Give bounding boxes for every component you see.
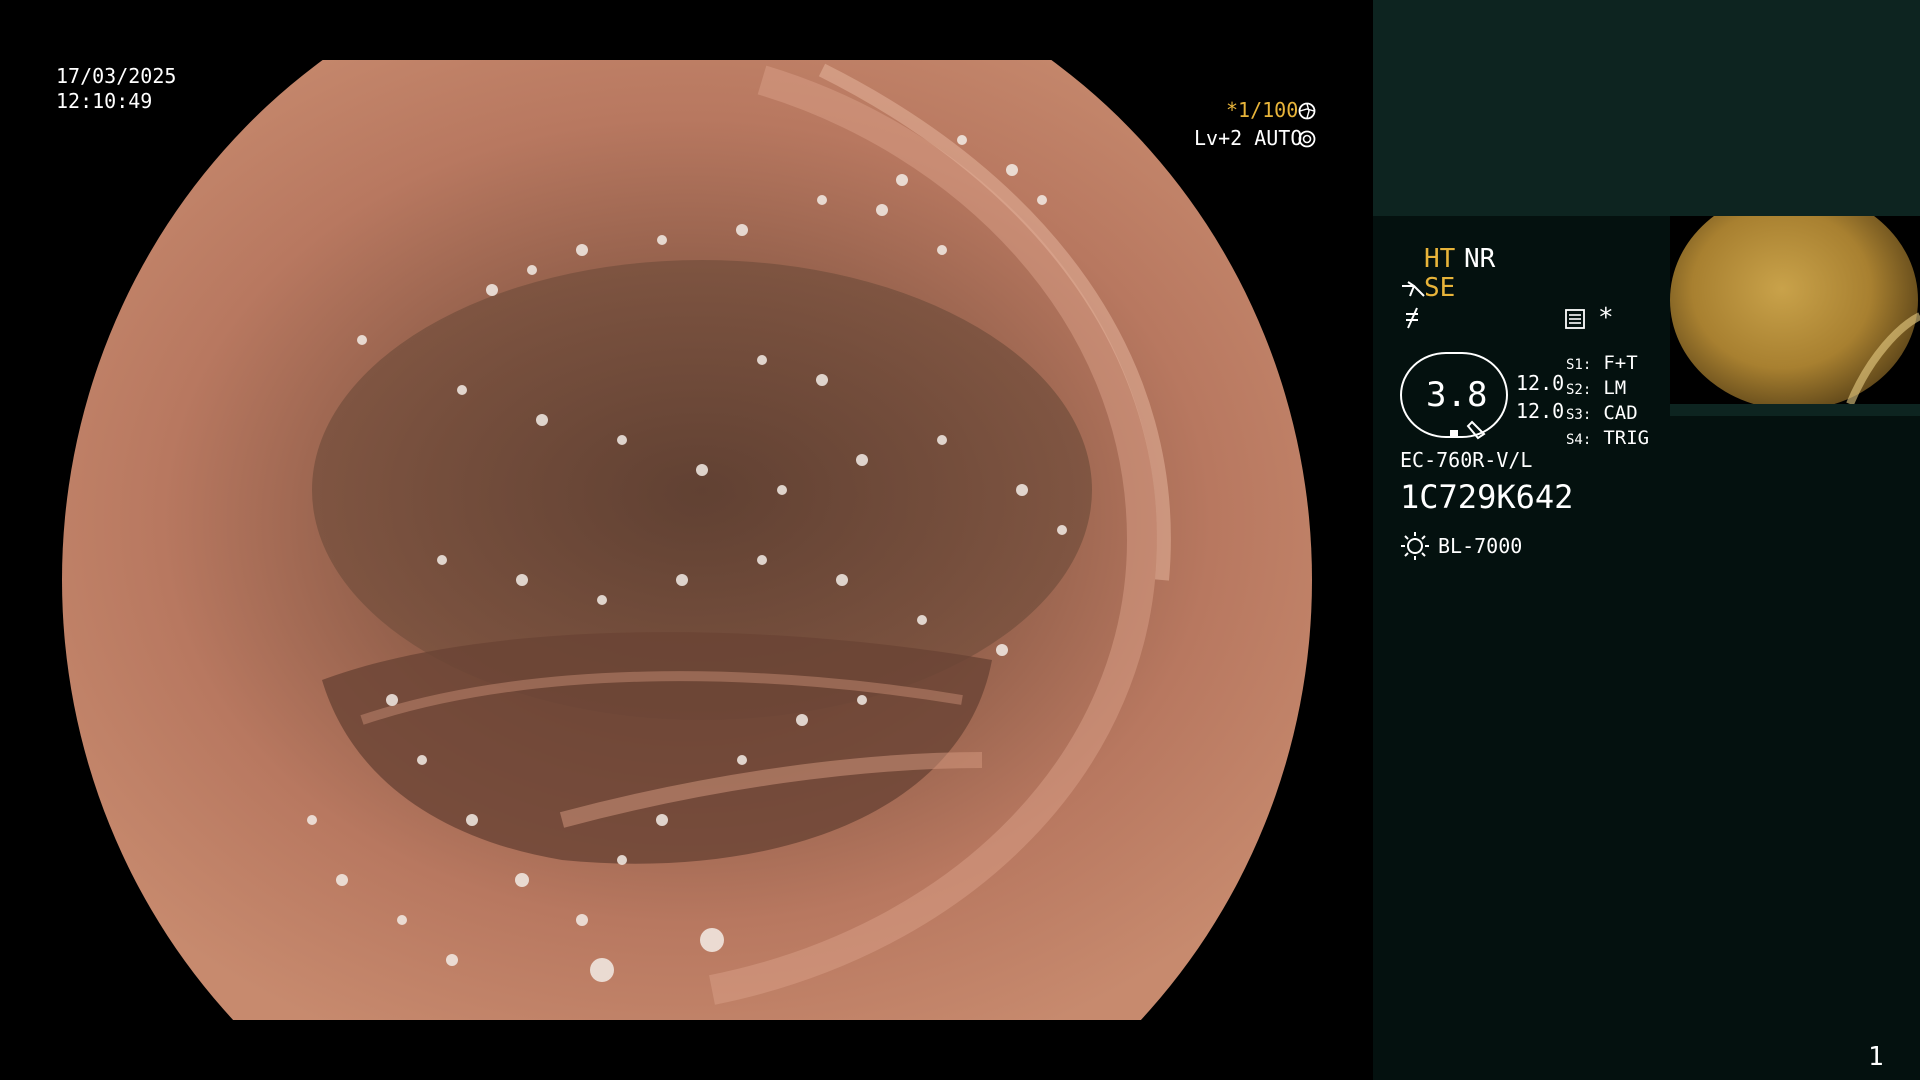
light-source: BL-7000	[1438, 534, 1523, 558]
scope-tip-icon	[1402, 281, 1425, 297]
shutter-speed: *1/100	[1226, 98, 1299, 122]
switch-key: S3	[1566, 407, 1583, 423]
switch-value: TRIG	[1603, 427, 1650, 449]
switch-value: LM	[1603, 377, 1627, 399]
page-number: 1	[1868, 1042, 1884, 1072]
switch-row: S3: CAD	[1566, 402, 1638, 424]
gauge-value: 3.8	[1426, 375, 1488, 415]
scope-serial: 1C729K642	[1400, 478, 1574, 516]
readout-1: 12.0	[1516, 371, 1565, 395]
no-signal-icon	[1406, 307, 1418, 329]
scope-model: EC-760R-V/L	[1400, 448, 1533, 472]
endoscopic-image	[62, 60, 1312, 1020]
switch-value: F+T	[1603, 352, 1638, 374]
exam-date: 17/03/2025	[56, 64, 177, 88]
endoscope-view-pane: 17/03/2025 12:10:49 *1/100 Lv+2 AUTO	[0, 0, 1373, 1080]
switch-row: S4: TRIG	[1566, 427, 1650, 449]
readout-2: 12.0	[1516, 399, 1565, 423]
shutter-icon	[1298, 102, 1316, 120]
switch-key: S4	[1566, 432, 1583, 448]
thumbnail-preview[interactable]	[1670, 216, 1920, 404]
level-mode: Lv+2 AUTO	[1194, 126, 1303, 150]
auto-iris-icon	[1298, 130, 1316, 148]
nr-indicator: NR	[1464, 244, 1496, 274]
exam-time: 12:10:49	[56, 89, 153, 113]
switch-key: S2	[1566, 382, 1583, 398]
se-indicator: SE	[1424, 273, 1456, 303]
thumbnail-footer-bar	[1670, 404, 1920, 416]
asterisk-indicator: *	[1598, 303, 1614, 333]
switch-list: S1: F+T S2: LM S3: CAD S4: TRIG	[1566, 350, 1649, 450]
thumbnail-image	[1670, 216, 1920, 404]
switch-row: S1: F+T	[1566, 352, 1638, 374]
info-panel-header-band	[1373, 0, 1920, 216]
switch-value: CAD	[1603, 402, 1638, 424]
menu-icon	[1565, 309, 1585, 329]
switch-key: S1	[1566, 357, 1583, 373]
light-icon	[1401, 532, 1429, 560]
switch-row: S2: LM	[1566, 377, 1627, 399]
gauge-marker-icon	[1450, 420, 1486, 440]
